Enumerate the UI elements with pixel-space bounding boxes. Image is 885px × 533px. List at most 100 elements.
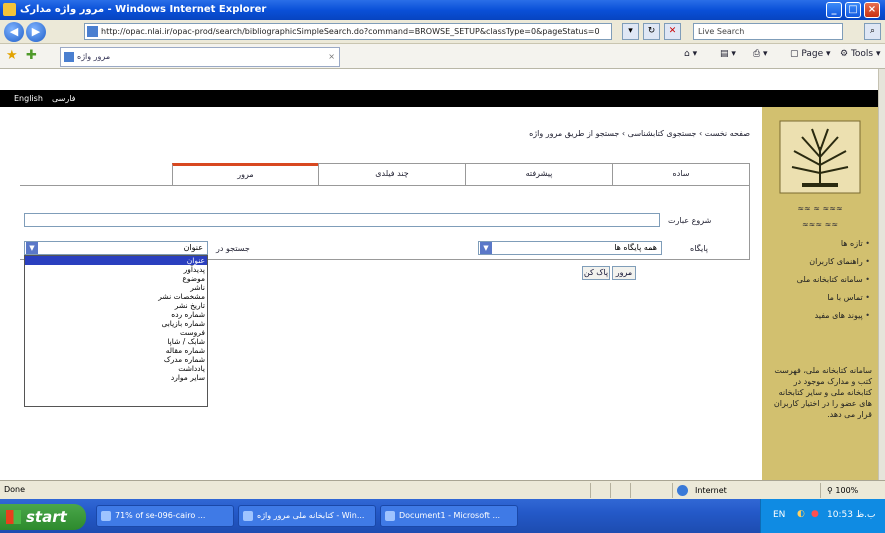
right-sidebar: ≈≈ ≈ ≈≈≈ ≈≈≈ ≈≈ تازه ها راهنمای کاربران …	[762, 107, 878, 482]
zoom-text: 100%	[835, 486, 859, 495]
search-in-select[interactable]: عنوان ▼	[24, 241, 208, 255]
dropdown-option[interactable]: فروست	[25, 328, 207, 337]
tray-icon[interactable]: ◐	[797, 509, 805, 519]
zone-indicator: Internet	[672, 483, 792, 498]
refresh-button[interactable]: ↻	[643, 23, 660, 40]
persian-link[interactable]: فارسی	[52, 90, 76, 107]
status-cell	[590, 483, 610, 498]
svg-text:≈≈≈ ≈≈: ≈≈≈ ≈≈	[802, 220, 838, 229]
stop-icon: ✕	[668, 26, 677, 36]
chevron-down-icon: ▼	[480, 242, 492, 254]
window-title: مرور واژه مدارک - Windows Internet Explo…	[20, 4, 267, 15]
tools-menu[interactable]: ⚙ Tools ▾	[840, 49, 881, 59]
ie-icon	[3, 3, 16, 16]
browser-tab[interactable]: مرور واژه ×	[60, 47, 340, 67]
sidebar-item-useful-links[interactable]: پیوند های مفید	[797, 311, 870, 320]
windows-flag-icon	[6, 510, 21, 524]
back-button[interactable]: ◀	[4, 22, 24, 42]
taskbar-item[interactable]: کتابخانه ملی مرور واژه - Win...	[238, 505, 376, 527]
url-text: http://opac.nlai.ir/opac-prod/search/bib…	[101, 27, 600, 36]
tab-simple[interactable]: ساده	[612, 163, 750, 185]
taskbar-item[interactable]: 71% of se-096-cairo ...	[96, 505, 234, 527]
stop-button[interactable]: ✕	[664, 23, 681, 40]
dropdown-option[interactable]: شماره رده	[25, 310, 207, 319]
address-dropdown-button[interactable]: ▾	[622, 23, 639, 40]
dropdown-option[interactable]: تاریخ نشر	[25, 301, 207, 310]
add-favorites-icon[interactable]: ✚	[26, 48, 37, 63]
status-bar: Done Internet ⚲ 100%	[0, 480, 885, 499]
print-icon[interactable]: ⎙ ▾	[753, 49, 768, 59]
sidebar-item-user-guide[interactable]: راهنمای کاربران	[797, 257, 870, 266]
taskbar: start 71% of se-096-cairo ... کتابخانه م…	[0, 499, 885, 533]
browse-button[interactable]: مرور	[612, 266, 636, 280]
dropdown-option[interactable]: شماره مدرک	[25, 355, 207, 364]
zoom-control[interactable]: ⚲ 100%	[820, 483, 882, 498]
dropdown-option[interactable]: موضوع	[25, 274, 207, 283]
dropdown-option[interactable]: پدیدآور	[25, 265, 207, 274]
taskbar-item[interactable]: Document1 - Microsoft ...	[380, 505, 518, 527]
language-indicator[interactable]: EN	[773, 510, 785, 520]
sidebar-item-contact[interactable]: تماس با ما	[797, 293, 870, 302]
dropdown-option[interactable]: یادداشت	[25, 364, 207, 373]
tab-label: مرور واژه	[77, 52, 111, 61]
tab-page-icon	[64, 52, 74, 62]
forward-arrow-icon: ▶	[31, 25, 41, 38]
library-logo-icon: ≈≈ ≈ ≈≈≈ ≈≈≈ ≈≈	[779, 120, 861, 229]
dropdown-option[interactable]: مشخصات نشر	[25, 292, 207, 301]
globe-icon	[677, 485, 688, 496]
tab-advanced[interactable]: پیشرفته	[465, 163, 612, 185]
start-phrase-input[interactable]	[24, 213, 660, 227]
system-tray: EN ◐ ● 10:53 ب.ظ	[760, 499, 885, 533]
tab-close-icon[interactable]: ×	[328, 48, 335, 66]
status-cell	[630, 483, 650, 498]
status-text: Done	[4, 485, 26, 494]
address-toolbar: ◀ ▶ http://opac.nlai.ir/opac-prod/search…	[0, 20, 885, 44]
database-label: پایگاه	[690, 244, 708, 253]
zone-text: Internet	[695, 486, 727, 495]
dropdown-option[interactable]: شماره مقاله	[25, 346, 207, 355]
start-phrase-label: شروع عبارت	[668, 216, 712, 225]
start-button[interactable]: start	[0, 504, 86, 530]
search-in-dropdown-list[interactable]: عنوان پدیدآور موضوع ناشر مشخصات نشر تاری…	[24, 255, 208, 407]
search-in-label: جستجو در	[216, 244, 250, 253]
maximize-button[interactable]: □	[845, 2, 861, 18]
close-button[interactable]: ×	[864, 2, 880, 18]
clear-button[interactable]: پاک کن	[582, 266, 610, 280]
search-tabs: ساده پیشرفته چند فیلدی مرور	[172, 163, 750, 185]
vertical-scrollbar[interactable]	[878, 69, 885, 480]
dropdown-option[interactable]: ناشر	[25, 283, 207, 292]
dropdown-option[interactable]: شماره بازیابی	[25, 319, 207, 328]
tab-browse[interactable]: مرور	[172, 163, 318, 185]
chevron-down-icon: ▾	[628, 26, 633, 36]
minimize-button[interactable]: _	[826, 2, 842, 18]
dropdown-option[interactable]: عنوان	[25, 256, 207, 265]
sidebar-links: تازه ها راهنمای کاربران سامانه کتابخانه …	[797, 239, 870, 329]
english-link[interactable]: English	[14, 90, 43, 107]
tray-icon[interactable]: ●	[811, 509, 819, 519]
feeds-icon[interactable]: ▤ ▾	[720, 49, 736, 59]
svg-text:≈≈ ≈ ≈≈≈: ≈≈ ≈ ≈≈≈	[797, 204, 842, 213]
command-bar: ★ ✚ مرور واژه × ⌂ ▾ ▤ ▾ ⎙ ▾ ▢ Page ▾ ⚙ T…	[0, 44, 885, 69]
sidebar-item-library-system[interactable]: سامانه کتابخانه ملی	[797, 275, 870, 284]
search-in-value: عنوان	[183, 243, 203, 252]
page-menu[interactable]: ▢ Page ▾	[790, 49, 831, 59]
dropdown-option[interactable]: سایر موارد	[25, 373, 207, 382]
sidebar-item-news[interactable]: تازه ها	[797, 239, 870, 248]
live-search-input[interactable]: Live Search	[693, 23, 843, 40]
back-arrow-icon: ◀	[9, 25, 19, 38]
dropdown-option[interactable]: شابک / شاپا	[25, 337, 207, 346]
forward-button[interactable]: ▶	[26, 22, 46, 42]
page-icon	[87, 26, 98, 37]
tab-multifield[interactable]: چند فیلدی	[318, 163, 465, 185]
site-top-bar: English فارسی	[0, 90, 878, 107]
address-input[interactable]: http://opac.nlai.ir/opac-prod/search/bib…	[84, 23, 612, 40]
search-button[interactable]: ⌕	[864, 23, 881, 40]
home-icon[interactable]: ⌂ ▾	[684, 49, 697, 59]
database-select[interactable]: همه پایگاه ها ▼	[478, 241, 662, 255]
refresh-icon: ↻	[647, 26, 656, 36]
search-icon: ⌕	[869, 26, 876, 36]
favorites-star-icon[interactable]: ★	[6, 48, 18, 63]
clock: 10:53 ب.ظ	[827, 510, 876, 520]
start-label: start	[26, 508, 67, 526]
page-top-spacer	[0, 69, 878, 90]
